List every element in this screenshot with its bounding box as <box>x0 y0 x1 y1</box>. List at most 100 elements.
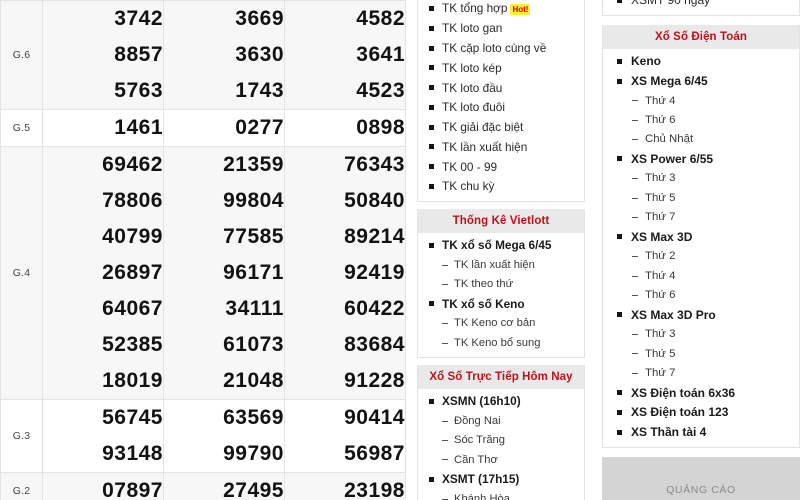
list-item: Thứ 7 <box>603 364 799 383</box>
prize-numbers-cell: 23198 <box>284 472 406 500</box>
advertisement-placeholder[interactable]: QUẢNG CÁO <box>602 456 800 500</box>
menu-item-tk-loto-gan[interactable]: TK loto gan <box>418 19 584 39</box>
menu-item-label: TK loto gan <box>442 21 503 36</box>
menu-item-ch-nh-t[interactable]: Chủ Nhật <box>603 130 799 149</box>
prize-numbers-cell: 0277 <box>163 109 285 147</box>
menu-item-xsmn-16h10[interactable]: XSMN (16h10) <box>418 392 584 412</box>
menu-item-tk-keno-c-b-n[interactable]: TK Keno cơ bản <box>418 314 584 333</box>
prize-number: 1461 <box>114 116 163 139</box>
menu-item-th-3[interactable]: Thứ 3 <box>603 169 799 188</box>
list-item: Thứ 3 <box>603 169 799 188</box>
menu-item-th-7[interactable]: Thứ 7 <box>603 208 799 227</box>
prize-label: G.4 <box>0 146 43 400</box>
menu-item-tk-x-s-mega-6-45[interactable]: TK xổ số Mega 6/45 <box>418 236 584 256</box>
menu-item-kh-nh-h-a[interactable]: Khánh Hòa <box>418 490 584 500</box>
prize-numbers-cell: 90414 56987 <box>284 399 406 473</box>
list-item: TK lần xuất hiện <box>418 137 584 157</box>
menu-item-xsmt-90-ng-y[interactable]: XSMT 90 ngày <box>603 0 799 11</box>
menu-item-xs-mega-6-45[interactable]: XS Mega 6/45 <box>603 72 799 92</box>
list-item: TK xổ số Keno <box>418 294 584 314</box>
menu-item-tk-loto-u[interactable]: TK loto đầu <box>418 78 584 98</box>
menu-item-label: Thứ 3 <box>645 328 676 341</box>
menu-item-th-3[interactable]: Thứ 3 <box>603 325 799 344</box>
menu-item-tk-gi-i-c-bi-t[interactable]: TK giải đặc biệt <box>418 118 584 138</box>
list-item: Thứ 2 <box>603 247 799 266</box>
prize-number: 3630 <box>235 43 284 66</box>
prize-numbers-cell: 63569 99790 <box>163 399 285 473</box>
menu-item-c-n-th[interactable]: Cần Thơ <box>418 450 584 469</box>
menu-item-keno[interactable]: Keno <box>603 52 799 72</box>
list-item: XS Power 6/55 <box>603 149 799 169</box>
menu-item-ng-nai[interactable]: Đồng Nai <box>418 412 584 431</box>
list-item: Keno <box>603 52 799 72</box>
prize-numbers-cell: 21359 99804 77585 96171 34111 61073 21048 <box>163 146 285 400</box>
menu-item-xs-max-3d[interactable]: XS Max 3D <box>603 227 799 247</box>
menu-item-label: TK loto đầu <box>442 80 503 95</box>
list-item: Sóc Trăng <box>418 431 584 450</box>
menu-item-tk-loto-u-i[interactable]: TK loto đuôi <box>418 98 584 118</box>
vietlott-stats-panel: Thống Kê Vietlott TK xổ số Mega 6/45 TK l… <box>417 208 585 358</box>
menu-item-label: Thứ 5 <box>645 347 676 360</box>
menu-item-xs-i-n-to-n-6x36[interactable]: XS Điện toán 6x36 <box>603 383 799 403</box>
menu-item-label: TK xổ số Keno <box>442 296 525 311</box>
menu-item-label: TK lần xuất hiện <box>454 258 535 271</box>
list-item: Chủ Nhật <box>603 130 799 149</box>
list-item: XSMN (16h10) <box>418 392 584 412</box>
menu-item-tk-x-s-keno[interactable]: TK xổ số Keno <box>418 294 584 314</box>
menu-item-th-5[interactable]: Thứ 5 <box>603 189 799 208</box>
menu-item-label: Thứ 4 <box>645 94 676 107</box>
prize-number: 76343 <box>344 153 405 176</box>
menu-item-tk-l-n-xu-t-hi-n[interactable]: TK lần xuất hiện <box>418 137 584 157</box>
menu-item-th-2[interactable]: Thứ 2 <box>603 247 799 266</box>
menu-item-tk-00-99[interactable]: TK 00 - 99 <box>418 157 584 177</box>
list-item: TK loto gan <box>418 19 584 39</box>
prize-number: 21359 <box>223 153 284 176</box>
prize-number: 90414 <box>344 406 405 429</box>
menu-item-th-6[interactable]: Thứ 6 <box>603 111 799 130</box>
menu-item-xs-max-3d-pro[interactable]: XS Max 3D Pro <box>603 305 799 325</box>
menu-item-th-5[interactable]: Thứ 5 <box>603 344 799 363</box>
prize-number: 34111 <box>225 297 284 320</box>
prize-numbers-cell: 56745 93148 <box>42 399 164 473</box>
menu-item-tk-c-p-loto-c-ng-v[interactable]: TK cặp loto cùng về <box>418 39 584 59</box>
dientoan-panel-title: Xổ Số Điện Toán <box>603 24 799 49</box>
list-item: TK theo thứ <box>418 275 584 294</box>
middle-sidebar-column: TK tổng hợp Hot! TK loto gan TK cặp loto cù… <box>417 0 585 500</box>
hot-badge: Hot! <box>510 3 531 15</box>
menu-item-tk-loto-k-p[interactable]: TK loto kép <box>418 58 584 78</box>
prize-number: 5763 <box>114 79 163 102</box>
right-top-menu-panel: XSMT 90 ngày <box>602 0 800 16</box>
prize-number: 50840 <box>344 189 405 212</box>
menu-item-label: Đồng Nai <box>454 414 501 427</box>
menu-item-tk-l-n-xu-t-hi-n[interactable]: TK lần xuất hiện <box>418 256 584 275</box>
prize-number: 4582 <box>356 7 405 30</box>
menu-item-label: TK Keno cơ bản <box>454 317 536 330</box>
prize-numbers-cell: 69462 78806 40799 26897 64067 52385 18019 <box>42 146 164 400</box>
menu-item-xs-th-n-t-i-4[interactable]: XS Thần tài 4 <box>603 423 799 443</box>
menu-item-th-6[interactable]: Thứ 6 <box>603 286 799 305</box>
live-menu-list: XSMN (16h10) Đồng Nai Sóc Trăng Cần Thơ XSMT… <box>418 389 584 500</box>
menu-item-tk-keno-b-sung[interactable]: TK Keno bổ sung <box>418 334 584 353</box>
menu-item-tk-t-ng-h-p[interactable]: TK tổng hợp Hot! <box>418 0 584 19</box>
prize-number: 92419 <box>344 261 405 284</box>
vietlott-menu-list: TK xổ số Mega 6/45 TK lần xuất hiện TK the… <box>418 233 584 357</box>
prize-number: 61073 <box>223 333 284 356</box>
menu-item-tk-chu-k[interactable]: TK chu kỳ <box>418 177 584 197</box>
right-top-menu-list: XSMT 90 ngày <box>603 0 799 15</box>
list-item: Thứ 4 <box>603 91 799 110</box>
menu-item-th-7[interactable]: Thứ 7 <box>603 364 799 383</box>
menu-item-tk-theo-th[interactable]: TK theo thứ <box>418 275 584 294</box>
table-row: G.2 07897 27495 23198 <box>0 472 406 500</box>
menu-item-xsmt-17h15[interactable]: XSMT (17h15) <box>418 470 584 490</box>
menu-item-label: XS Điện toán 123 <box>631 405 729 420</box>
menu-item-label: XSMT 90 ngày <box>631 0 711 8</box>
menu-item-xs-power-6-55[interactable]: XS Power 6/55 <box>603 149 799 169</box>
menu-item-xs-i-n-to-n-123[interactable]: XS Điện toán 123 <box>603 403 799 423</box>
prize-number: 40799 <box>102 225 163 248</box>
menu-item-label: Cần Thơ <box>454 453 498 466</box>
menu-item-label: XS Mega 6/45 <box>631 73 708 88</box>
prize-number: 69462 <box>102 153 163 176</box>
menu-item-th-4[interactable]: Thứ 4 <box>603 91 799 110</box>
menu-item-s-c-tr-ng[interactable]: Sóc Trăng <box>418 431 584 450</box>
menu-item-th-4[interactable]: Thứ 4 <box>603 267 799 286</box>
